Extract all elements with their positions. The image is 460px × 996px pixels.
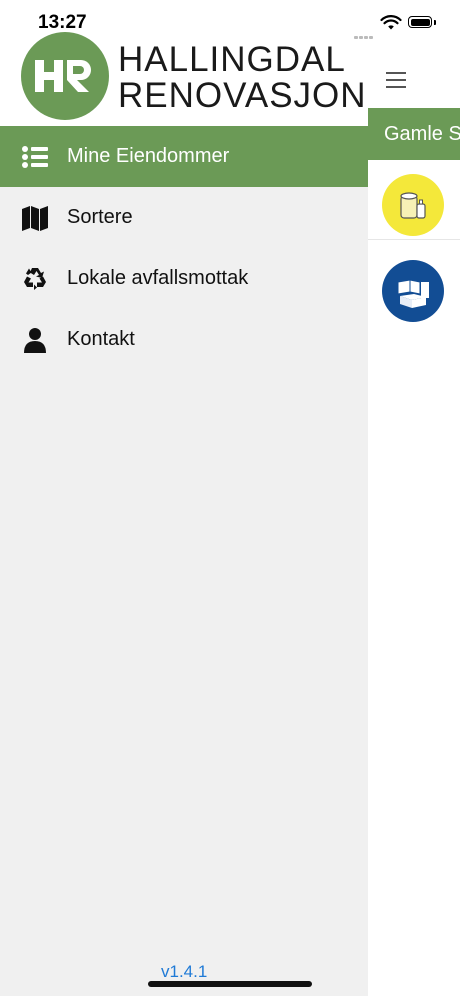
nav-item-kontakt[interactable]: Kontakt <box>0 309 368 370</box>
main-tab-label: Gamle S <box>384 123 460 145</box>
yellow-bin-icon[interactable] <box>382 174 444 236</box>
nav-item-label: Kontakt <box>67 328 135 350</box>
recycle-icon <box>20 264 50 294</box>
hamburger-menu-icon[interactable] <box>386 72 406 88</box>
nav-item-lokale-avfallsmottak[interactable]: Lokale avfallsmottak <box>0 248 368 309</box>
hr-logo-icon <box>35 60 91 92</box>
nav-item-label: Lokale avfallsmottak <box>67 267 249 289</box>
list-icon <box>20 142 50 172</box>
nav-item-label: Mine Eiendommer <box>67 145 230 167</box>
navigation-drawer: HALLINGDAL RENOVASJON Mine Eiendommer So… <box>0 0 368 996</box>
nav-item-sortere[interactable]: Sortere <box>0 187 368 248</box>
nav-item-mine-eiendommer[interactable]: Mine Eiendommer <box>0 126 368 187</box>
brand-name: HALLINGDAL RENOVASJON <box>118 42 367 114</box>
signal-icon <box>354 26 374 44</box>
home-indicator[interactable] <box>148 981 312 987</box>
brand-line1: HALLINGDAL <box>118 40 346 79</box>
status-time: 13:27 <box>38 12 87 33</box>
main-divider <box>368 239 460 240</box>
logo <box>21 32 109 120</box>
map-icon <box>20 203 50 233</box>
battery-icon <box>408 16 436 28</box>
blue-bin-icon[interactable] <box>382 260 444 322</box>
nav-item-label: Sortere <box>67 206 133 228</box>
wifi-icon <box>380 15 402 30</box>
app-version[interactable]: v1.4.1 <box>161 962 207 982</box>
status-bar: 13:27 <box>0 0 460 40</box>
main-tab-bar[interactable]: Gamle S <box>368 108 460 160</box>
drawer-nav: Mine Eiendommer Sortere Lokale avfallsmo… <box>0 126 368 370</box>
brand-line2: RENOVASJON <box>118 76 367 115</box>
person-icon <box>20 325 50 355</box>
